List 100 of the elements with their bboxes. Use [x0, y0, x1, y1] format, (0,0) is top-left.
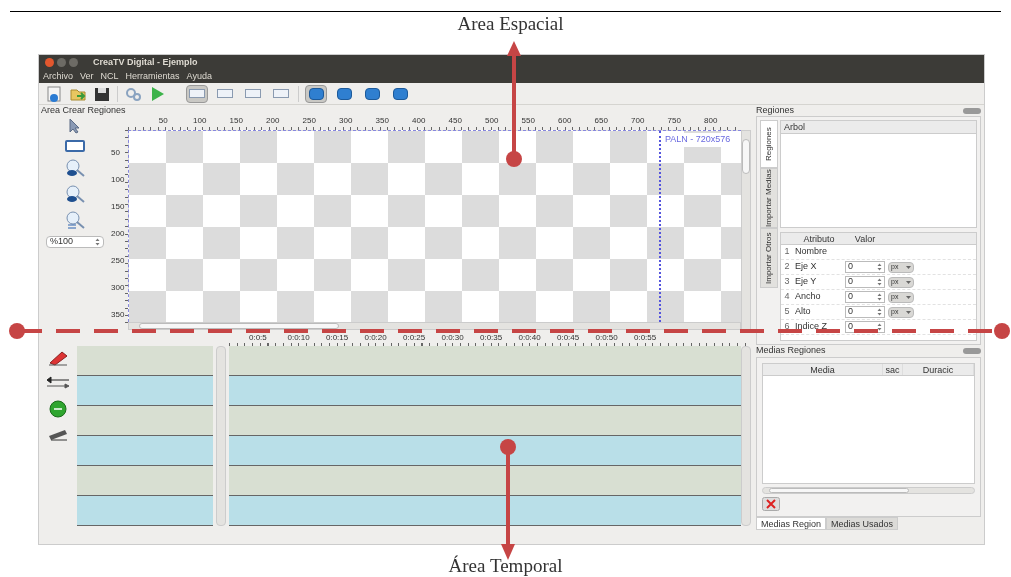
- timeline-track[interactable]: [229, 496, 741, 526]
- tab[interactable]: Medias Usados: [826, 517, 899, 530]
- timeline-track[interactable]: [229, 436, 741, 466]
- ruler-label: 300: [111, 283, 125, 293]
- side-tab[interactable]: Importar Medias: [760, 168, 778, 228]
- column-header[interactable]: Atributo: [793, 233, 845, 244]
- horizontal-scrollbar[interactable]: [128, 322, 741, 330]
- window-title: CreaTV Digital - Ejemplo: [93, 55, 198, 69]
- zoom-field[interactable]: %100: [46, 236, 104, 248]
- column-header[interactable]: Arbol: [781, 121, 976, 134]
- ruler-label: 0:0:15: [326, 333, 349, 344]
- vertical-scrollbar[interactable]: [216, 346, 226, 526]
- column-header[interactable]: sac: [883, 364, 903, 375]
- row-number: 2: [783, 260, 791, 274]
- spin-arrows-icon[interactable]: [877, 278, 882, 286]
- row-number: 3: [783, 275, 791, 289]
- ruler-label: 650: [594, 116, 608, 127]
- spin-arrows-icon[interactable]: [877, 308, 882, 316]
- ruler-label: 200: [111, 229, 125, 239]
- menu-item[interactable]: Ayuda: [186, 69, 212, 84]
- timeline-track[interactable]: [229, 346, 741, 376]
- zoom-out-icon[interactable]: [64, 184, 86, 204]
- ruler-label: 0:0:20: [364, 333, 387, 344]
- spin-arrows-icon[interactable]: [877, 263, 882, 271]
- table-cell-text: Alto: [794, 305, 812, 319]
- maximize-button[interactable]: [69, 58, 78, 67]
- connector-icon[interactable]: [45, 376, 71, 390]
- ruler-label: 250: [111, 256, 125, 266]
- ruler-label: 0:0:40: [518, 333, 541, 344]
- circle-icon[interactable]: [48, 400, 68, 418]
- new-file-icon[interactable]: [45, 84, 63, 103]
- column-header[interactable]: Duracic: [903, 364, 974, 375]
- rectangle-icon[interactable]: [65, 140, 85, 152]
- number-field[interactable]: 0: [845, 306, 885, 318]
- vertical-scrollbar[interactable]: [741, 346, 751, 526]
- ruler-label: 400: [412, 116, 426, 127]
- menu-item[interactable]: Herramientas: [125, 69, 180, 84]
- ruler-label: 800: [704, 116, 718, 127]
- ruler-label: 450: [448, 116, 462, 127]
- tab[interactable]: Medias Region: [756, 517, 827, 530]
- spin-arrows-icon[interactable]: [95, 238, 100, 246]
- ruler-label: 0:0:35: [480, 333, 503, 344]
- aspect-button[interactable]: [305, 84, 327, 103]
- checkered-canvas[interactable]: PALN - 720x576: [128, 130, 741, 322]
- eraser-icon[interactable]: [47, 350, 69, 366]
- number-field[interactable]: 0: [845, 276, 885, 288]
- menu-item[interactable]: Ver: [80, 69, 94, 84]
- caption: Área Temporal: [448, 554, 563, 577]
- vertical-scrollbar[interactable]: [741, 130, 751, 330]
- ruler-label: 100: [193, 116, 207, 127]
- timeline-track[interactable]: [229, 466, 741, 496]
- zoom-fit-icon[interactable]: [64, 210, 86, 230]
- ruler-label: 350: [111, 310, 125, 320]
- ruler-label: 0:0:30: [441, 333, 464, 344]
- track-header[interactable]: [77, 406, 213, 436]
- pointer-icon[interactable]: [68, 118, 82, 134]
- ruler-label: 550: [521, 116, 535, 127]
- table-cell-text: Ancho: [794, 290, 822, 304]
- menu-item[interactable]: NCL: [100, 69, 119, 84]
- ruler-label: 0:0:45: [557, 333, 580, 344]
- ruler-label: 0:0:25: [403, 333, 426, 344]
- track-header[interactable]: [77, 436, 213, 466]
- table-cell-text: Indice Z: [794, 320, 828, 334]
- ruler-label: 350: [375, 116, 389, 127]
- close-button[interactable]: [45, 58, 54, 67]
- number-field[interactable]: 0: [845, 291, 885, 303]
- delete-icon[interactable]: [762, 497, 780, 511]
- number-field[interactable]: 0: [845, 261, 885, 273]
- timeline-track[interactable]: [229, 406, 741, 436]
- ruler-label: 700: [631, 116, 645, 127]
- minimize-button[interactable]: [57, 58, 66, 67]
- ruler-label: 0:0:55: [634, 333, 657, 344]
- track-header[interactable]: [77, 376, 213, 406]
- side-tab[interactable]: Importar Otros: [760, 228, 778, 288]
- ruler-label: 0:0:5: [249, 333, 267, 344]
- timeline-track[interactable]: [229, 376, 741, 406]
- row-number: 4: [783, 290, 791, 304]
- column-header[interactable]: Media: [763, 364, 883, 375]
- ruler-label: 750: [667, 116, 681, 127]
- panel-controls-icon[interactable]: [963, 107, 981, 114]
- track-header[interactable]: [77, 496, 213, 526]
- panel-controls-icon[interactable]: [963, 348, 981, 354]
- ruler-label: 500: [485, 116, 499, 127]
- caption: Area Espacial: [457, 12, 564, 36]
- side-tab[interactable]: Regiones: [760, 120, 778, 168]
- column-header[interactable]: Valor: [845, 233, 885, 244]
- track-header[interactable]: [77, 346, 213, 376]
- clapperboard-icon[interactable]: [47, 428, 69, 442]
- menu-item[interactable]: Archivo: [43, 69, 73, 84]
- ruler-label: 50: [158, 116, 168, 127]
- zoom-in-icon[interactable]: [64, 158, 86, 178]
- ruler-label: 250: [302, 116, 316, 127]
- tree-view[interactable]: Arbol: [780, 120, 977, 228]
- row-number: 1: [783, 245, 791, 259]
- spin-arrows-icon[interactable]: [877, 323, 882, 331]
- ruler-label: 600: [558, 116, 572, 127]
- horizontal-scrollbar[interactable]: [762, 487, 975, 494]
- track-header[interactable]: [77, 466, 213, 496]
- spin-arrows-icon[interactable]: [877, 293, 882, 301]
- resolution-button[interactable]: [186, 84, 208, 103]
